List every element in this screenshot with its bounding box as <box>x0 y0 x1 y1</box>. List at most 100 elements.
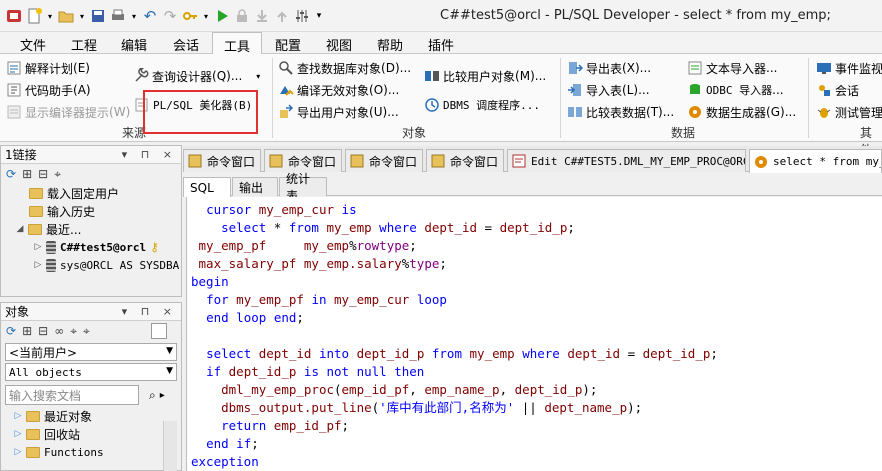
tree-item[interactable]: ▷ 最近对象 <box>1 407 181 425</box>
connections-toolbar: ⟳ ⊞ ⊟ ⌖ <box>1 164 181 184</box>
save-icon[interactable] <box>90 8 106 24</box>
search-next-icon[interactable]: ▸ <box>160 390 165 401</box>
lock-icon[interactable] <box>234 8 250 24</box>
chevron-down-icon: ▾ <box>256 71 261 81</box>
add-icon[interactable]: ⊞ <box>22 167 32 181</box>
doc-tab-command-window[interactable]: 命令窗口 <box>426 149 504 172</box>
rollback-icon[interactable] <box>274 8 290 24</box>
query-designer-button[interactable]: 查询设计器(Q)... ▾ <box>133 67 260 85</box>
dropdown-arrow-icon[interactable]: ▾ <box>202 8 210 24</box>
dropdown-arrow-icon[interactable]: ▾ <box>130 8 138 24</box>
expand-icon[interactable]: ▷ <box>33 242 43 252</box>
square-checkbox[interactable] <box>150 323 167 339</box>
code-token: = <box>477 220 500 235</box>
search-icon <box>278 60 294 76</box>
code-token: emp_id_pf <box>341 382 410 397</box>
tree-item[interactable]: 载入固定用户 <box>1 184 181 202</box>
find-db-objects-button[interactable]: 查找数据库对象(D)... <box>278 59 411 77</box>
ribbon-separator <box>272 58 273 138</box>
panel-controls[interactable]: ▾ ⊓ × <box>122 305 177 318</box>
data-generator-button[interactable]: 数据生成器(G)... <box>687 103 796 121</box>
tab-view[interactable]: 视图 <box>319 35 359 54</box>
tree-item[interactable]: ▷ Functions <box>1 443 181 461</box>
filter-icon[interactable]: ⌖ <box>54 167 61 182</box>
odbc-importer-button[interactable]: ODBC 导入器... <box>687 81 784 99</box>
refresh-icon[interactable]: ⟳ <box>6 324 16 338</box>
panel-controls[interactable]: ▾ ⊓ × <box>122 148 177 161</box>
tree-item[interactable]: 输入历史 <box>1 202 181 220</box>
code-assistant-button[interactable]: 代码助手(A) <box>6 81 91 99</box>
undo-icon[interactable]: ↶ <box>142 7 158 25</box>
tree-item-connection[interactable]: ▷ C##test5@orcl ⚷ <box>1 238 181 256</box>
expand-icon[interactable]: ▷ <box>13 429 23 439</box>
collapse-icon[interactable]: ◢ <box>15 224 25 234</box>
code-token: ; <box>439 256 447 271</box>
dropdown-arrow-icon[interactable]: ▾ <box>46 8 54 24</box>
compile-invalid-objects-button[interactable]: 编译无效对象(O)... <box>278 81 399 99</box>
remove-icon[interactable]: ⊟ <box>38 167 48 181</box>
search-input[interactable]: 输入搜索文档 <box>5 385 139 405</box>
code-token: begin <box>191 274 229 289</box>
tab-sql[interactable]: SQL <box>183 177 231 197</box>
binoculars-icon[interactable]: ∞ <box>54 324 64 338</box>
compare-table-data-button[interactable]: 比较表数据(T)... <box>567 103 674 121</box>
code-token: dept_id_p <box>499 220 568 235</box>
execute-icon[interactable] <box>214 8 230 24</box>
tab-tools[interactable]: 工具 <box>212 32 262 55</box>
tab-output[interactable]: 输出 <box>232 177 278 196</box>
compare-user-objects-button[interactable]: 比较用户对象(M)... <box>424 67 546 85</box>
tab-file[interactable]: 文件 <box>13 35 53 54</box>
text-importer-button[interactable]: 文本导入器... <box>687 59 777 77</box>
code-token: in <box>311 292 327 307</box>
refresh-icon[interactable]: ⟳ <box>6 167 16 181</box>
event-monitor-button[interactable]: 事件监视器 <box>816 59 882 77</box>
tab-plugins[interactable]: 插件 <box>421 35 461 54</box>
import-tables-button[interactable]: 导入表(L)... <box>567 81 650 99</box>
sql-editor[interactable]: cursor my_emp_cur is select * from my_em… <box>186 197 882 471</box>
tree-item-connection[interactable]: ▷ sys@ORCL AS SYSDBA <box>1 256 181 274</box>
remove-icon[interactable]: ⊟ <box>38 324 48 338</box>
filter-edit-icon[interactable]: ⌖ <box>83 324 90 339</box>
tab-help[interactable]: 帮助 <box>370 35 410 54</box>
key-icon[interactable] <box>182 8 198 24</box>
settings-sliders-icon[interactable] <box>294 8 310 24</box>
expand-icon[interactable]: ▷ <box>13 411 23 421</box>
add-icon[interactable]: ⊞ <box>22 324 32 338</box>
filter-icon[interactable]: ⌖ <box>70 324 77 339</box>
objects-panel-header: 对象 ▾ ⊓ × <box>1 303 181 321</box>
command-window-icon <box>188 154 202 168</box>
print-icon[interactable] <box>110 8 126 24</box>
tab-project[interactable]: 工程 <box>64 35 104 54</box>
export-tables-button[interactable]: 导出表(X)... <box>567 59 651 77</box>
tab-statistics[interactable]: 统计表 <box>279 172 327 203</box>
tab-session[interactable]: 会话 <box>166 35 206 54</box>
export-user-objects-button[interactable]: 导出用户对象(U)... <box>278 103 399 121</box>
vertical-scrollbar[interactable] <box>163 421 177 471</box>
new-icon[interactable] <box>26 8 42 24</box>
search-clear-icon[interactable]: ⌕ <box>149 388 156 403</box>
tree-item[interactable]: ▷ 回收站 <box>1 425 181 443</box>
object-type-select[interactable]: All objects ▼ <box>5 363 177 381</box>
doc-tab-command-window[interactable]: 命令窗口 <box>183 149 261 172</box>
show-compiler-hints-button[interactable]: 显示编译器提示(W) <box>6 103 130 121</box>
tab-edit[interactable]: 编辑 <box>114 35 154 54</box>
commit-icon[interactable] <box>254 8 270 24</box>
doc-tab-command-window[interactable]: 命令窗口 <box>345 149 423 172</box>
tree-item[interactable]: ◢ 最近... <box>1 220 181 238</box>
dbms-scheduler-button[interactable]: DBMS 调度程序... <box>424 96 540 114</box>
code-token: dept_id_p <box>356 346 425 361</box>
doc-tab-sql-window[interactable]: select * from my_e <box>749 149 882 173</box>
doc-tab-edit-procedure[interactable]: Edit C##TEST5.DML_MY_EMP_PROC@ORCL <box>507 149 746 172</box>
customize-icon[interactable]: ▾ <box>314 8 324 24</box>
redo-icon[interactable]: ↷ <box>162 7 178 25</box>
test-manager-button[interactable]: 测试管理 <box>816 103 882 121</box>
explain-plan-button[interactable]: 解释计划(E) <box>6 59 90 77</box>
open-folder-icon[interactable] <box>58 8 74 24</box>
doc-tab-command-window[interactable]: 命令窗口 <box>264 149 342 172</box>
dropdown-arrow-icon[interactable]: ▾ <box>78 8 86 24</box>
sessions-button[interactable]: 会话 <box>816 81 859 99</box>
expand-icon[interactable]: ▷ <box>13 447 23 457</box>
expand-icon[interactable]: ▷ <box>33 260 43 270</box>
user-select[interactable]: <当前用户> ▼ <box>5 343 177 361</box>
tab-config[interactable]: 配置 <box>268 35 308 54</box>
